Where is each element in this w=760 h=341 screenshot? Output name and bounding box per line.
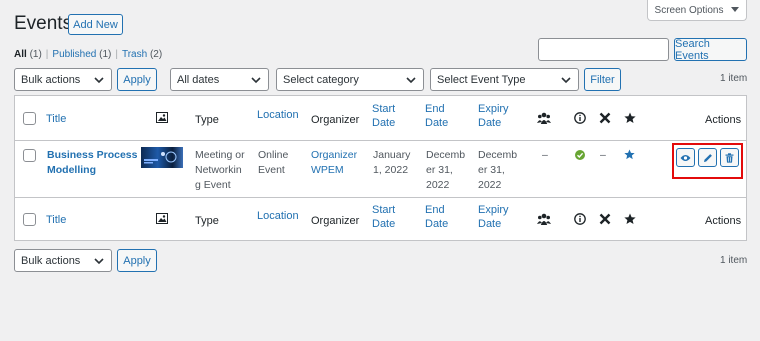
filter-all[interactable]: All (1) <box>14 49 42 60</box>
bulk-actions-select[interactable]: Bulk actions <box>14 68 112 91</box>
event-end-date: Decemb er 31, 2022 <box>426 149 466 191</box>
screen-options-button[interactable]: Screen Options <box>647 0 747 21</box>
row-checkbox[interactable] <box>23 149 36 162</box>
select-all-checkbox-footer[interactable] <box>23 213 36 226</box>
column-title-footer[interactable]: Title <box>46 213 66 227</box>
bulk-actions-value: Bulk actions <box>21 73 81 86</box>
event-expiry-date: Decemb er 31, 2022 <box>478 149 518 191</box>
items-count-bottom: 1 item <box>720 255 748 266</box>
group-icon <box>537 213 551 225</box>
column-organizer: Organizer <box>311 114 360 126</box>
attendees-value: – <box>542 149 548 161</box>
filter-button[interactable]: Filter <box>584 68 621 91</box>
events-table: Title Type Location Organizer Start Date … <box>14 95 747 241</box>
table-header: Title Type Location Organizer Start Date … <box>15 96 746 141</box>
page-title: Events <box>14 13 73 34</box>
column-organizer-footer: Organizer <box>311 215 360 227</box>
column-location-footer[interactable]: Location <box>257 209 299 223</box>
search-input[interactable] <box>538 38 669 61</box>
featured-star-icon <box>624 213 636 224</box>
group-icon <box>537 112 551 124</box>
category-value: Select category <box>283 73 359 86</box>
actions-highlight-box <box>672 143 743 179</box>
table-footer: Title Type Location Organizer Start Date … <box>15 198 746 242</box>
column-location[interactable]: Location <box>257 108 299 122</box>
organizer-link[interactable]: Organizer WPEM <box>311 148 357 178</box>
cancelled-icon <box>599 112 611 124</box>
event-type-select[interactable]: Select Event Type <box>430 68 579 91</box>
chevron-down-icon <box>94 258 104 265</box>
info-icon <box>574 112 586 124</box>
column-expiry-date[interactable]: Expiry Date <box>478 102 509 130</box>
column-expiry-date-footer[interactable]: Expiry Date <box>478 203 509 231</box>
apply-button[interactable]: Apply <box>117 68 157 91</box>
column-end-date[interactable]: End Date <box>425 102 448 130</box>
event-type: Meeting or Networkin g Event <box>195 149 245 191</box>
search-events-button[interactable]: Search Events <box>674 38 747 62</box>
featured-star-icon[interactable] <box>624 149 635 160</box>
select-all-checkbox[interactable] <box>23 112 36 125</box>
bulk-actions-value-bottom: Bulk actions <box>21 254 81 267</box>
dates-select[interactable]: All dates <box>170 68 269 91</box>
event-thumbnail[interactable] <box>141 147 183 168</box>
column-type: Type <box>195 114 219 126</box>
event-location: Online Event <box>258 149 289 176</box>
apply-button-bottom[interactable]: Apply <box>117 249 157 272</box>
image-icon <box>156 213 168 224</box>
image-icon <box>156 112 168 123</box>
column-actions: Actions <box>705 114 742 126</box>
featured-star-icon <box>624 112 636 123</box>
cancelled-value: – <box>600 149 606 161</box>
column-title[interactable]: Title <box>46 112 66 126</box>
event-type-value: Select Event Type <box>437 73 526 86</box>
filter-published[interactable]: Published (1) <box>52 49 111 60</box>
column-end-date-footer[interactable]: End Date <box>425 203 448 231</box>
bulk-actions-select-bottom[interactable]: Bulk actions <box>14 249 112 272</box>
check-circle-icon <box>575 150 585 160</box>
chevron-down-icon <box>561 77 571 84</box>
table-row: Business Process Modelling Meeting or Netw… <box>15 141 746 198</box>
filter-trash[interactable]: Trash (2) <box>122 49 162 60</box>
column-start-date-footer[interactable]: Start Date <box>372 203 395 231</box>
caret-down-icon <box>731 7 740 12</box>
info-icon <box>574 213 586 225</box>
chevron-down-icon <box>94 77 104 84</box>
dates-value: All dates <box>177 73 220 86</box>
chevron-down-icon <box>406 77 416 84</box>
category-select[interactable]: Select category <box>276 68 424 91</box>
event-start-date: January 1, 2022 <box>373 149 411 176</box>
screen-options-label: Screen Options <box>654 4 724 16</box>
column-actions-footer: Actions <box>705 215 742 227</box>
add-new-button[interactable]: Add New <box>68 14 123 35</box>
chevron-down-icon <box>251 77 261 84</box>
cancelled-icon <box>599 213 611 225</box>
status-filters: All (1) | Published (1) | Trash (2) <box>14 49 163 60</box>
items-count: 1 item <box>720 73 748 84</box>
column-start-date[interactable]: Start Date <box>372 102 395 130</box>
event-title-link[interactable]: Business Process Modelling <box>47 148 137 178</box>
column-type-footer: Type <box>195 215 219 227</box>
